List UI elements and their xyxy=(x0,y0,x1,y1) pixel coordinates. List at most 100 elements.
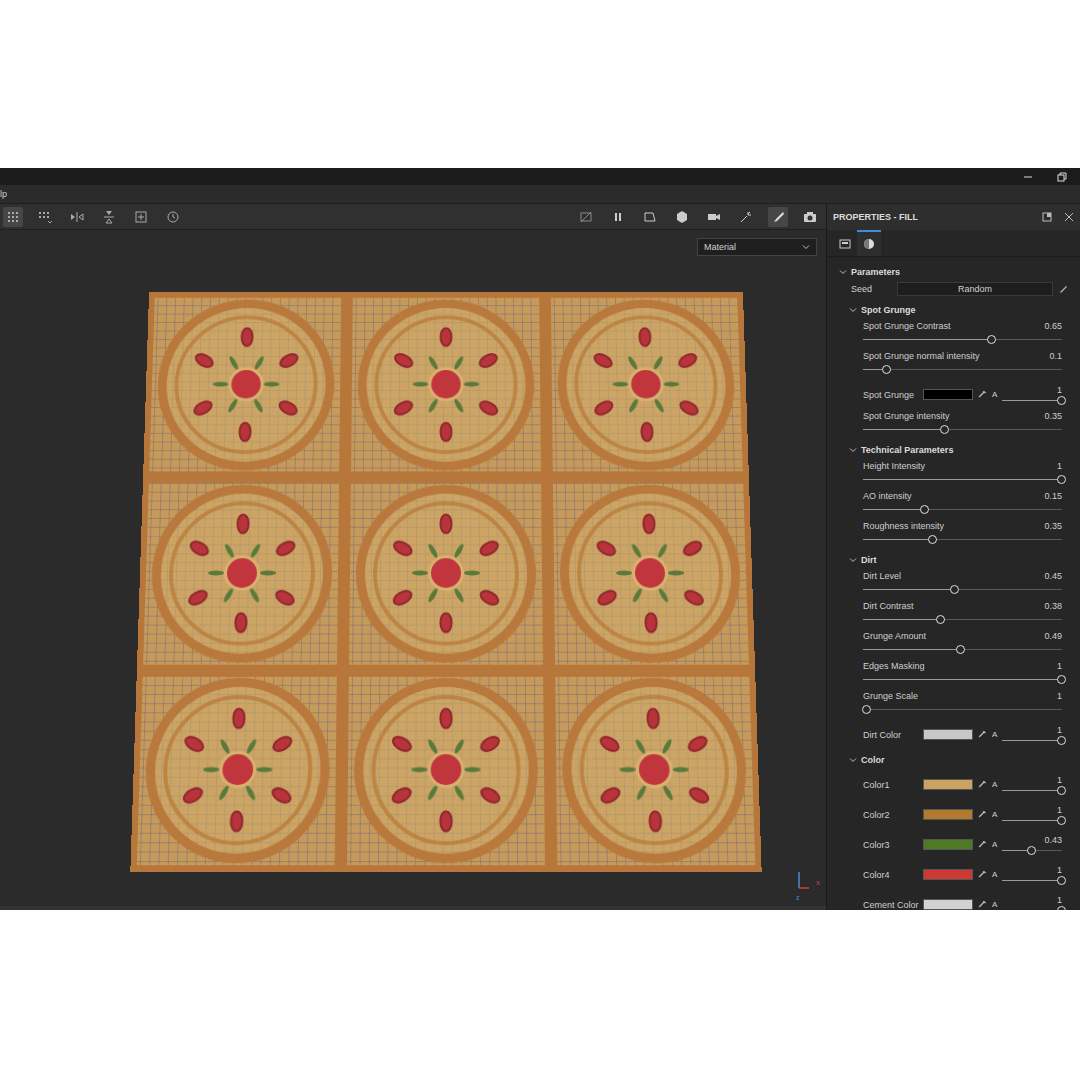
slider-knob[interactable] xyxy=(928,535,937,544)
group-header[interactable]: Technical Parameters xyxy=(827,442,1080,458)
slider[interactable] xyxy=(863,334,1062,344)
add-icon[interactable] xyxy=(131,207,151,227)
color-swatch[interactable] xyxy=(923,869,973,880)
slider[interactable] xyxy=(863,704,1062,714)
color-swatch[interactable] xyxy=(923,899,973,910)
slider[interactable] xyxy=(863,504,1062,514)
menu-item[interactable]: lp xyxy=(0,189,7,199)
slider[interactable] xyxy=(863,584,1062,594)
parameter-value[interactable]: 0.15 xyxy=(1044,491,1062,501)
parameter-value[interactable]: 0.45 xyxy=(1044,571,1062,581)
group-header[interactable]: Spot Grunge xyxy=(827,302,1080,318)
section-header[interactable]: Parameters xyxy=(827,264,1080,280)
slider-knob[interactable] xyxy=(1027,846,1036,855)
slider[interactable] xyxy=(1002,845,1062,855)
parameter-value[interactable]: 1 xyxy=(1057,691,1062,701)
slider[interactable] xyxy=(1002,875,1062,885)
slider[interactable] xyxy=(863,534,1062,544)
minimize-icon[interactable] xyxy=(1022,171,1034,183)
material-preview[interactable] xyxy=(130,292,761,871)
slider-knob[interactable] xyxy=(936,615,945,624)
restore-icon[interactable] xyxy=(1056,171,1068,183)
parameter-value[interactable]: 1 xyxy=(1002,895,1062,905)
mirror-y-icon[interactable] xyxy=(99,207,119,227)
slider-knob[interactable] xyxy=(1057,906,1066,911)
panel-tab[interactable] xyxy=(857,230,881,256)
view-2d-icon[interactable] xyxy=(640,207,660,227)
slider-knob[interactable] xyxy=(1057,396,1066,405)
parameter-value[interactable]: 1 xyxy=(1002,385,1062,395)
slider-knob[interactable] xyxy=(882,365,891,374)
slider[interactable] xyxy=(863,614,1062,624)
parameter-value[interactable]: 0.43 xyxy=(1002,835,1062,845)
color-swatch[interactable] xyxy=(923,839,973,850)
eyedropper-icon[interactable] xyxy=(978,840,987,849)
slider-knob[interactable] xyxy=(1057,675,1066,684)
slider-knob[interactable] xyxy=(920,505,929,514)
parameter-value[interactable]: 1 xyxy=(1002,865,1062,875)
effects-icon[interactable] xyxy=(736,207,756,227)
color-swatch[interactable] xyxy=(923,389,973,400)
color-swatch[interactable] xyxy=(923,729,973,740)
color-swatch[interactable] xyxy=(923,779,973,790)
slider[interactable] xyxy=(863,674,1062,684)
slider[interactable] xyxy=(863,644,1062,654)
reset-icon[interactable] xyxy=(163,207,183,227)
green-leaf xyxy=(252,398,264,414)
channel-dropdown[interactable]: Material xyxy=(697,238,817,256)
parameter-value[interactable]: 1 xyxy=(1002,805,1062,815)
eyedropper-icon[interactable] xyxy=(978,730,987,739)
group-header[interactable]: Color xyxy=(827,752,1080,768)
group-header[interactable]: Dirt xyxy=(827,552,1080,568)
grid-icon[interactable] xyxy=(3,207,23,227)
mirror-x-icon[interactable] xyxy=(67,207,87,227)
slider-knob[interactable] xyxy=(1057,816,1066,825)
parameter-value[interactable]: 0.49 xyxy=(1044,631,1062,641)
slider[interactable] xyxy=(1002,395,1062,405)
tiling-icon[interactable] xyxy=(35,207,55,227)
viewport[interactable]: Materialxz xyxy=(0,230,826,910)
cube-icon[interactable] xyxy=(672,207,692,227)
parameter-value[interactable]: 0.65 xyxy=(1044,321,1062,331)
close-icon[interactable] xyxy=(1064,212,1074,222)
parameter-value[interactable]: 0.1 xyxy=(1049,351,1062,361)
parameter-value[interactable]: 0.38 xyxy=(1044,601,1062,611)
slider-knob[interactable] xyxy=(940,425,949,434)
brush-icon[interactable] xyxy=(768,207,788,227)
screenshot-icon[interactable] xyxy=(800,207,820,227)
slider-knob[interactable] xyxy=(950,585,959,594)
pause-icon[interactable] xyxy=(608,207,628,227)
slider[interactable] xyxy=(863,364,1062,374)
eyedropper-icon[interactable] xyxy=(978,780,987,789)
slider-knob[interactable] xyxy=(1057,786,1066,795)
edit-icon[interactable] xyxy=(1059,285,1068,294)
camera-icon[interactable] xyxy=(704,207,724,227)
slider-knob[interactable] xyxy=(956,645,965,654)
seed-button[interactable]: Random xyxy=(897,282,1053,296)
slider[interactable] xyxy=(863,474,1062,484)
slider[interactable] xyxy=(1002,905,1062,911)
parameter-value[interactable]: 0.35 xyxy=(1044,411,1062,421)
slider[interactable] xyxy=(863,424,1062,434)
slider-knob[interactable] xyxy=(987,335,996,344)
parameter-value[interactable]: 0.35 xyxy=(1044,521,1062,531)
parameter-value[interactable]: 1 xyxy=(1057,661,1062,671)
slider-knob[interactable] xyxy=(1057,876,1066,885)
eyedropper-icon[interactable] xyxy=(978,810,987,819)
panel-tab[interactable] xyxy=(833,230,857,256)
hide-icon[interactable] xyxy=(576,207,596,227)
eyedropper-icon[interactable] xyxy=(978,390,987,399)
parameter-value[interactable]: 1 xyxy=(1057,461,1062,471)
eyedropper-icon[interactable] xyxy=(978,900,987,909)
slider[interactable] xyxy=(1002,735,1062,745)
slider-knob[interactable] xyxy=(1057,736,1066,745)
slider[interactable] xyxy=(1002,815,1062,825)
slider-knob[interactable] xyxy=(862,705,871,714)
parameter-value[interactable]: 1 xyxy=(1002,725,1062,735)
slider-knob[interactable] xyxy=(1057,475,1066,484)
slider[interactable] xyxy=(1002,785,1062,795)
eyedropper-icon[interactable] xyxy=(978,870,987,879)
color-swatch[interactable] xyxy=(923,809,973,820)
parameter-value[interactable]: 1 xyxy=(1002,775,1062,785)
float-icon[interactable] xyxy=(1042,212,1052,222)
